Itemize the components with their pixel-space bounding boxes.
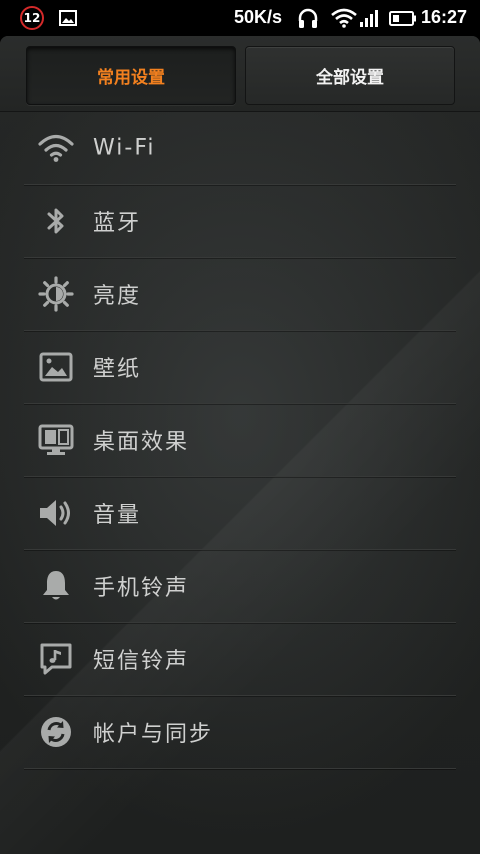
setting-item-ringtone[interactable]: 手机铃声 (24, 550, 456, 624)
setting-item-volume[interactable]: 音量 (24, 477, 456, 551)
setting-label: 壁纸 (93, 357, 142, 382)
volume-icon (38, 495, 74, 531)
sms-tone-icon (38, 641, 74, 677)
wifi-icon (331, 8, 357, 32)
wallpaper-icon (38, 349, 74, 385)
setting-item-sms-tone[interactable]: 短信铃声 (24, 623, 456, 697)
tab-all-settings[interactable]: 全部设置 (245, 46, 455, 105)
settings-list: Wi-Fi 蓝牙 亮度 壁纸 桌面效果 音量 手机铃声 短信铃声 帐户与同步 (24, 112, 456, 770)
setting-item-bluetooth[interactable]: 蓝牙 (24, 185, 456, 259)
setting-item-account-sync[interactable]: 帐户与同步 (24, 696, 456, 770)
setting-label: 音量 (93, 503, 142, 528)
setting-label: 手机铃声 (93, 576, 190, 601)
clock: 16:27 (421, 7, 468, 27)
tab-common-settings[interactable]: 常用设置 (26, 46, 236, 105)
setting-label: Wi-Fi (93, 135, 156, 161)
setting-item-wallpaper[interactable]: 壁纸 (24, 331, 456, 405)
settings-panel: 常用设置 全部设置 Wi-Fi 蓝牙 亮度 壁纸 桌面效果 音量 手机铃声 短信… (0, 36, 480, 854)
setting-label: 蓝牙 (93, 211, 142, 236)
image-icon (59, 10, 77, 30)
brightness-icon (38, 276, 74, 312)
signal-icon (359, 8, 381, 32)
setting-label: 亮度 (93, 284, 142, 309)
net-speed: 50K/s (234, 7, 283, 27)
bluetooth-icon (38, 203, 74, 239)
setting-label: 帐户与同步 (93, 722, 214, 747)
setting-item-brightness[interactable]: 亮度 (24, 258, 456, 332)
ringtone-icon (38, 568, 74, 604)
notification-badge: 12 (20, 6, 44, 30)
wifi-icon (38, 130, 74, 166)
setting-label: 短信铃声 (93, 649, 190, 674)
battery-icon (389, 11, 417, 30)
headset-icon (296, 7, 320, 35)
status-bar: 12 50K/s 16:27 (0, 0, 480, 36)
setting-item-desktop-effect[interactable]: 桌面效果 (24, 404, 456, 478)
setting-label: 桌面效果 (93, 430, 190, 455)
desktop-effect-icon (38, 422, 74, 458)
sync-icon (38, 714, 74, 750)
setting-item-wifi[interactable]: Wi-Fi (24, 112, 456, 186)
tab-bar: 常用设置 全部设置 (0, 36, 480, 112)
